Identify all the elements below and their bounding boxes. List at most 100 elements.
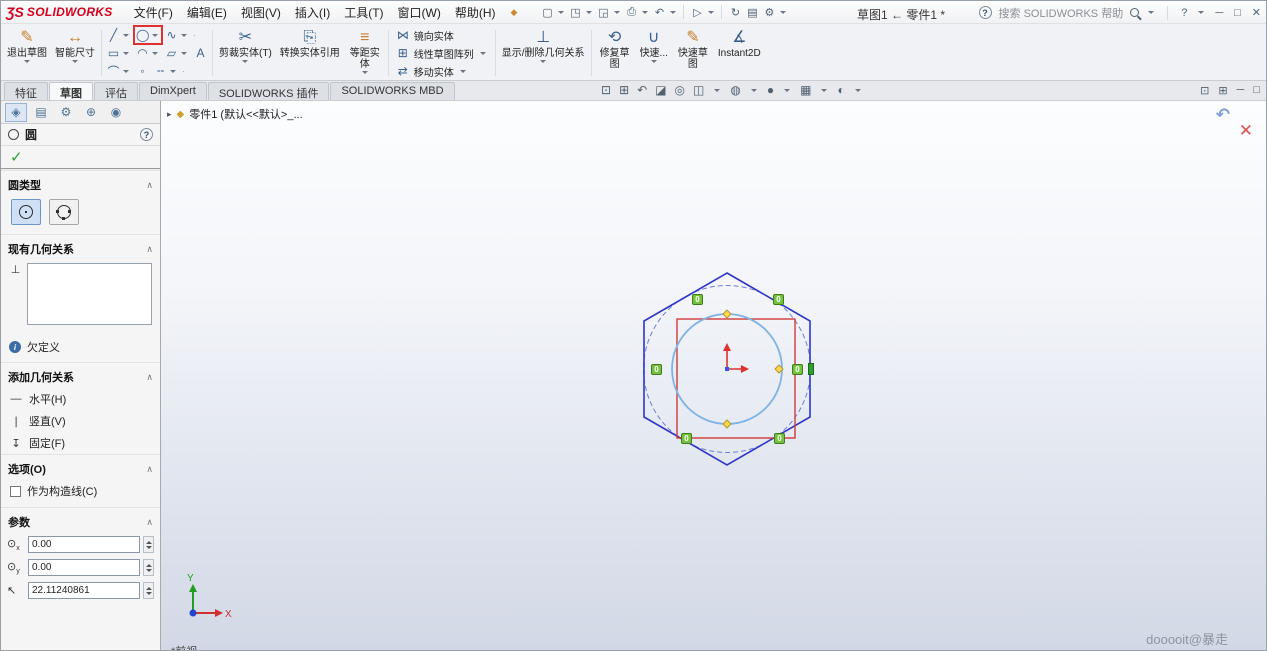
propertymanager-tab[interactable]: ▤ [30,103,52,122]
pane-split-icon[interactable]: ⊡ [1200,84,1209,97]
point-tool-button[interactable]: ◦ [135,63,150,79]
print-icon[interactable]: ⎙ [623,5,639,20]
tab-sketch[interactable]: 草图 [49,82,93,100]
maximize-button[interactable]: □ [1232,7,1243,19]
relations-listbox[interactable] [27,263,152,325]
repair-sketch-button[interactable]: ⟲ 修复草图 [594,26,636,80]
point-handle[interactable] [722,419,732,429]
offset-caret-icon[interactable] [361,71,368,74]
save-caret-icon[interactable] [614,10,621,14]
display-relations-button[interactable]: ⊥ 显示/删除几何关系 [498,26,589,80]
options-gear-icon[interactable]: ⚙ [761,5,777,20]
tab-dimxpert[interactable]: DimXpert [139,82,207,100]
help-circle-icon[interactable]: ? [978,6,992,19]
quick-snaps-caret-icon[interactable] [650,60,657,63]
line-caret-icon[interactable] [123,33,129,37]
ok-check-icon[interactable]: ✓ [10,148,23,166]
tab-features[interactable]: 特征 [4,82,48,100]
search-icon[interactable] [1130,8,1140,17]
view-settings-icon[interactable]: ◐ [837,83,844,97]
arc-caret-icon[interactable] [152,51,158,55]
display-style-icon[interactable]: ◍ [730,83,740,97]
tab-sw-mbd[interactable]: SOLIDWORKS MBD [330,82,455,100]
doc-maximize-icon[interactable]: □ [1253,84,1260,97]
smart-dimension-caret-icon[interactable] [72,60,78,63]
undo-caret-icon[interactable] [670,10,677,14]
vertex-handle[interactable] [808,363,814,375]
perimeter-circle-button[interactable] [49,199,79,225]
options-caret-icon[interactable] [780,10,787,14]
exit-sketch-button[interactable]: ✎ 退出草图 [3,26,51,80]
construction-caret-icon[interactable] [170,69,176,73]
construction-checkbox[interactable] [10,485,21,497]
relation-vertical[interactable]: ∣ 竖直(V) [1,410,160,432]
collapse-chevron-icon[interactable]: ∧ [146,244,153,255]
spline-tool-button[interactable]: ∿ [164,27,190,43]
pm-help-icon[interactable]: ? [140,128,153,141]
circle-caret-icon[interactable] [152,33,158,37]
slot-tool-button[interactable]: ▱ [164,45,190,61]
minimize-button[interactable]: ─ [1213,7,1225,19]
arc-tool-button[interactable]: ◠ [135,45,161,61]
relation-badge[interactable]: 0 [792,364,803,375]
spline-caret-icon[interactable] [181,33,187,37]
relation-fix[interactable]: ↧ 固定(F) [1,432,160,454]
new-document-icon[interactable]: ▢ [539,5,555,20]
circle-tool-button[interactable]: ◯ [133,25,163,45]
circle-type-header[interactable]: 圆类型 ∧ [1,171,160,196]
relation-badge[interactable]: 0 [651,364,662,375]
sketch-origin[interactable] [723,343,749,373]
file-properties-icon[interactable]: ▤ [744,5,760,20]
menu-pin-icon[interactable]: ◆ [511,7,518,18]
dimxpertmanager-tab[interactable]: ⊕ [80,103,102,122]
edit-appearance-icon[interactable]: ● [767,83,774,97]
menu-edit[interactable]: 编辑(E) [180,1,234,24]
rebuild-icon[interactable]: ↻ [727,5,743,20]
zoom-fit-icon[interactable]: ⊡ [601,83,611,97]
pane-tile-icon[interactable]: ⊞ [1218,84,1227,97]
relation-badge[interactable]: 0 [773,294,784,305]
text-tool-button[interactable]: A [193,45,208,61]
relation-badge[interactable]: 0 [774,433,785,444]
menu-file[interactable]: 文件(F) [127,1,180,24]
offset-entities-button[interactable]: ≡ 等距实体 [344,26,386,80]
trim-caret-icon[interactable] [242,60,249,63]
add-relations-header[interactable]: 添加几何关系 ∧ [1,363,160,388]
print-caret-icon[interactable] [642,10,649,14]
display-relations-caret-icon[interactable] [540,60,547,63]
help-menu-icon[interactable]: ? [1179,7,1189,19]
edit-appearance-caret-icon[interactable] [784,88,791,92]
apply-scene-icon[interactable]: ▦ [800,83,811,97]
tab-sw-addins[interactable]: SOLIDWORKS 插件 [207,82,330,100]
menu-insert[interactable]: 插入(I) [288,1,337,24]
parameters-header[interactable]: 参数 ∧ [1,508,160,533]
open-icon[interactable]: ◳ [567,5,583,20]
view-orientation-caret-icon[interactable] [714,88,721,92]
menu-window[interactable]: 窗口(W) [391,1,448,24]
linear-pattern-button[interactable]: ⊞ 线性草图阵列 [393,45,491,62]
configurationmanager-tab[interactable]: ⚙ [55,103,77,122]
rectangle-tool-button[interactable]: ▭ [106,45,132,61]
menu-help[interactable]: 帮助(H) [448,1,503,24]
collapse-chevron-icon[interactable]: ∧ [146,464,153,475]
rectangle-caret-icon[interactable] [123,51,129,55]
collapse-chevron-icon[interactable]: ∧ [146,372,153,383]
center-y-input[interactable] [29,562,139,573]
trim-entities-button[interactable]: ✂ 剪裁实体(T) [215,26,276,80]
center-y-stepper[interactable] [143,559,154,576]
featuremanager-tab[interactable]: ◈ [5,102,27,122]
line-tool-button[interactable]: ╱ [106,27,132,43]
display-style-caret-icon[interactable] [750,88,757,92]
dynamic-annotation-icon[interactable]: ◎ [675,83,685,97]
open-caret-icon[interactable] [586,10,593,14]
sketch-canvas[interactable]: Y X [161,101,1266,651]
sketch-rectangle[interactable] [676,318,796,439]
zoom-area-icon[interactable]: ⊞ [619,83,629,97]
menu-view[interactable]: 视图(V) [234,1,288,24]
collapse-chevron-icon[interactable]: ∧ [146,180,153,191]
existing-relations-header[interactable]: 现有几何关系 ∧ [1,235,160,260]
slot-caret-icon[interactable] [181,51,187,55]
fillet-tool-button[interactable]: ⌒ [106,63,132,79]
previous-view-icon[interactable]: ↶ [637,83,647,97]
relation-badge[interactable]: 0 [692,294,703,305]
